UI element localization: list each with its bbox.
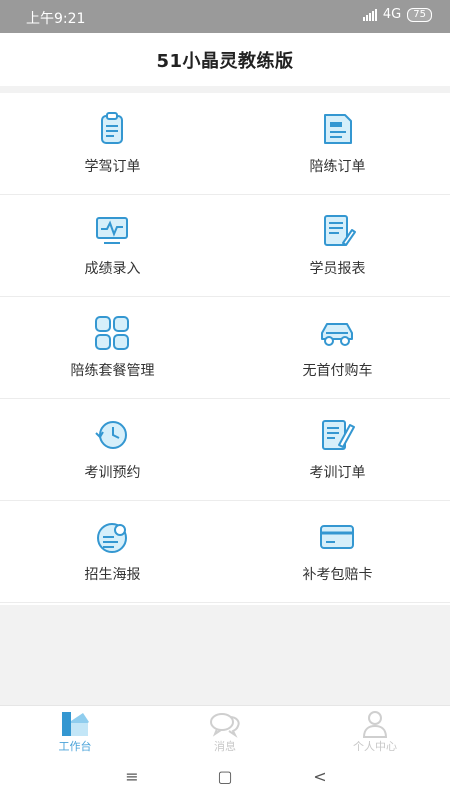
menu-item-package-management[interactable]: 陪练套餐管理	[0, 297, 225, 399]
menu-item-enrollment-poster[interactable]: 招生海报	[0, 501, 225, 603]
menu-item-retake-card[interactable]: 补考包赔卡	[225, 501, 450, 603]
order-pen-icon	[322, 420, 355, 450]
menu-item-student-report[interactable]: 学员报表	[225, 195, 450, 297]
battery-level: 75	[407, 7, 432, 22]
menu-item-exam-orders[interactable]: 考训订单	[225, 399, 450, 501]
menu-row: 学驾订单 陪练订单	[0, 93, 450, 195]
menu-item-label: 考训预约	[84, 465, 141, 481]
menu-item-label: 学驾订单	[84, 159, 141, 175]
tab-workbench[interactable]: 工作台	[0, 706, 150, 756]
poster-icon	[97, 523, 127, 553]
tab-label: 消息	[214, 740, 236, 753]
tab-messages[interactable]: 消息	[150, 706, 300, 756]
tab-profile[interactable]: 个人中心	[300, 706, 450, 756]
menu-item-label: 学员报表	[309, 261, 366, 277]
menu-item-label: 无首付购车	[302, 363, 373, 379]
menu-item-learn-driving-orders[interactable]: 学驾订单	[0, 93, 225, 195]
home-nav-button[interactable]: ▢	[210, 765, 240, 789]
back-nav-button[interactable]: <	[305, 765, 335, 789]
menu-item-label: 陪练订单	[309, 159, 366, 175]
car-icon	[321, 323, 353, 346]
status-bar: 上午9:21 4G 75	[0, 0, 450, 33]
tab-label: 个人中心	[353, 740, 397, 753]
menu-item-exam-booking[interactable]: 考训预约	[0, 399, 225, 501]
menu-row: 成绩录入 学员报表	[0, 195, 450, 297]
menu-row: 陪练套餐管理 无首付购车	[0, 297, 450, 399]
menu-grid: 学驾订单 陪练订单 成绩录入 学员报表 陪练套餐管理 无首付购车 考训预约 考训…	[0, 93, 450, 605]
history-clock-icon	[95, 421, 127, 449]
grid-apps-icon	[95, 316, 129, 350]
signal-icon	[362, 8, 377, 21]
menu-nav-button[interactable]: ≡	[117, 765, 147, 789]
menu-item-score-entry[interactable]: 成绩录入	[0, 195, 225, 297]
menu-item-label: 考训订单	[309, 465, 366, 481]
card-icon	[320, 525, 354, 549]
bottom-tab-bar: 工作台 消息 个人中心	[0, 705, 450, 755]
menu-item-sparring-orders[interactable]: 陪练订单	[225, 93, 450, 195]
workbench-icon	[62, 712, 89, 736]
report-pen-icon	[324, 215, 356, 246]
status-indicators: 4G 75	[362, 7, 432, 22]
network-type: 4G	[382, 7, 402, 22]
menu-item-label: 招生海报	[84, 567, 141, 583]
menu-item-car-purchase[interactable]: 无首付购车	[225, 297, 450, 399]
user-icon	[362, 711, 388, 738]
clipboard-icon	[101, 112, 123, 144]
menu-item-label: 成绩录入	[84, 261, 141, 277]
app-header: 51小晶灵教练版	[0, 33, 450, 86]
tab-label: 工作台	[58, 740, 92, 753]
menu-row: 考训预约 考训订单	[0, 399, 450, 501]
page-title: 51小晶灵教练版	[156, 50, 294, 72]
document-icon	[324, 114, 352, 144]
menu-item-label: 陪练套餐管理	[70, 363, 155, 379]
monitor-pulse-icon	[96, 217, 128, 244]
chat-bubbles-icon	[210, 713, 240, 738]
status-time: 上午9:21	[26, 11, 86, 27]
menu-item-label: 补考包赔卡	[302, 567, 373, 583]
system-nav-bar: ≡ ▢ <	[0, 755, 450, 800]
menu-row: 招生海报 补考包赔卡	[0, 501, 450, 603]
